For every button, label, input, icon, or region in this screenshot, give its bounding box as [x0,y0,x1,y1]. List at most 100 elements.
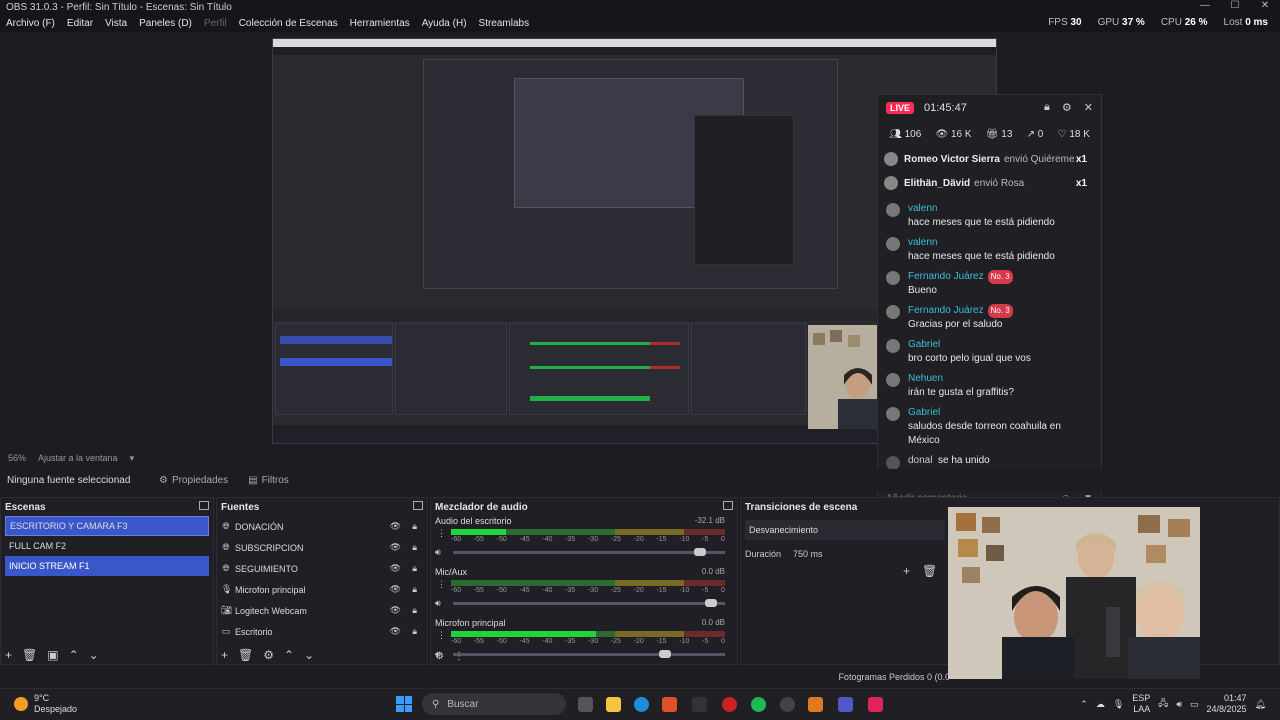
record-app-icon[interactable] [722,697,737,712]
slider-knob[interactable] [658,650,671,658]
brave-icon[interactable] [662,697,677,712]
lock-icon[interactable]: 🔒︎ [412,563,417,574]
minimize-button[interactable]: — [1190,0,1220,11]
visibility-icon[interactable]: 👁︎ [390,521,401,532]
menu-item-5[interactable]: Colección de Escenas [233,18,344,29]
scene-filters-button[interactable]: ▣ [47,648,58,662]
move-up-button[interactable]: ⌃ [284,648,294,662]
lock-icon[interactable]: 🔒︎ [412,605,417,616]
close-button[interactable]: ✕ [1250,0,1280,11]
cloud-icon[interactable]: ☁ [1096,699,1105,710]
move-down-button[interactable]: ⌄ [89,648,99,662]
chevron-down-icon[interactable]: ▾ [130,453,135,464]
source-item[interactable]: 🌐︎ DONACIÓN 👁︎ 🔒︎ [217,516,427,537]
volume-slider[interactable] [453,548,725,556]
remove-transition-button[interactable]: 🗑︎ [922,564,937,578]
volume-slider[interactable] [453,650,725,658]
edge-icon[interactable] [634,697,649,712]
slider-knob[interactable] [704,599,717,607]
visibility-icon[interactable]: 👁︎ [390,584,401,595]
menu-item-3[interactable]: Paneles (D) [133,18,198,29]
source-item[interactable]: ▭ Escritorio 👁︎ 🔒︎ [217,621,427,642]
gear-icon: ⚙ [159,474,168,486]
menu-item-2[interactable]: Vista [99,18,133,29]
task-view-icon[interactable] [578,697,593,712]
mixer-settings-button[interactable]: ⚙ [435,651,444,662]
mixer-menu-button[interactable]: ⋮ [454,651,464,662]
source-item[interactable]: 🌐︎ SEGUIMIENTO 👁︎ 🔒︎ [217,558,427,579]
channel-menu-icon[interactable]: ⋮ [437,579,446,590]
remove-scene-button[interactable]: 🗑︎ [22,648,37,662]
visibility-icon[interactable]: 👁︎ [390,626,401,637]
visibility-icon[interactable]: 👁︎ [390,542,401,553]
taskbar-search[interactable]: ⚲ Buscar [422,693,566,715]
source-item[interactable]: 🎙︎ Microfon principal 👁︎ 🔒︎ [217,579,427,600]
chat-message: Gabriel bro corto pelo igual que vos [878,335,1101,369]
teams-icon[interactable] [838,697,853,712]
add-transition-button[interactable]: + [903,564,910,578]
source-item[interactable]: 🌐︎ SUBSCRIPCION 👁︎ 🔒︎ [217,537,427,558]
language-indicator[interactable]: ESP LAA [1132,693,1150,715]
menu-item-8[interactable]: Streamlabs [473,18,536,29]
slider-knob[interactable] [693,548,706,556]
remove-source-button[interactable]: 🗑︎ [238,648,253,662]
popout-icon[interactable] [723,501,733,510]
add-scene-button[interactable]: + [5,648,12,662]
close-icon[interactable]: ✕ [1084,101,1093,114]
transition-select[interactable]: Desvanecimiento [745,520,945,540]
meter-scale: -60 -55 -50 -45 -40 -35 -30 -25 -20 -15 -10 -5 0 [451,536,725,543]
lock-icon[interactable]: 🔒︎ [412,584,417,595]
menu-item-4[interactable]: Perfil [198,18,233,29]
chevron-up-icon[interactable]: ⌃ [1080,699,1088,710]
duration-field[interactable]: 750 ms [793,549,823,559]
source-item[interactable]: 📷︎ Logitech Webcam 👁︎ 🔒︎ [217,600,427,621]
chat-message: Fernando Juárez No. 3 Gracias por el salud… [878,301,1101,335]
lock-icon[interactable]: 🔒︎ [412,521,417,532]
lock-icon[interactable]: 🔒︎ [1044,101,1050,114]
add-source-button[interactable]: + [221,648,228,662]
lock-icon[interactable]: 🔒︎ [412,626,417,637]
menu-item-7[interactable]: Ayuda (H) [416,18,473,29]
file-explorer-icon[interactable] [606,697,621,712]
visibility-icon[interactable]: 👁︎ [390,563,401,574]
move-down-button[interactable]: ⌄ [304,648,314,662]
start-button[interactable] [396,696,412,712]
properties-button[interactable]: ⚙ Propiedades [151,472,236,489]
clock[interactable]: 01:47 24/8/2025 [1207,693,1247,715]
maximize-button[interactable]: ☐ [1220,0,1250,11]
speaker-icon[interactable]: 🔊︎ [435,598,441,609]
joined-notice: donal se ha unido [878,451,1101,470]
mic-icon[interactable]: 🎙︎ [1113,699,1124,710]
visibility-icon[interactable]: 👁︎ [390,605,401,616]
settings-icon[interactable]: ⚙ [1062,101,1072,114]
channel-menu-icon[interactable]: ⋮ [437,528,446,539]
weather-widget[interactable]: 9°C Despejado [14,693,77,715]
app-icon[interactable] [808,697,823,712]
app-icon[interactable] [692,697,707,712]
lock-icon[interactable]: 🔒︎ [412,542,417,553]
tiktok-live-icon[interactable] [868,697,883,712]
zoom-mode[interactable]: Ajustar a la ventana [38,453,118,463]
filters-button[interactable]: ▤ Filtros [240,472,297,489]
move-up-button[interactable]: ⌃ [69,648,79,662]
scene-item[interactable]: ESCRITORIO Y CAMARA F3 [5,516,209,536]
notifications-icon[interactable]: 🔔︎ [1255,699,1266,710]
source-settings-button[interactable]: ⚙ [263,648,274,662]
scene-item[interactable]: FULL CAM F2 [5,536,209,556]
obs-icon[interactable] [780,697,795,712]
popout-icon[interactable] [413,501,423,510]
menu-item-1[interactable]: Editar [61,18,99,29]
camera-icon: 📷︎ [221,605,233,615]
scenes-toolbar: + 🗑︎ ▣ ⌃ ⌄ [5,648,99,662]
network-icon[interactable]: 🖧︎ [1158,696,1168,712]
battery-icon[interactable]: ▭ [1190,699,1199,710]
spotify-icon[interactable] [751,697,766,712]
volume-icon[interactable]: 🔊︎ [1176,699,1182,710]
menu-item-0[interactable]: Archivo (F) [0,18,61,29]
popout-icon[interactable] [199,501,209,510]
channel-menu-icon[interactable]: ⋮ [437,630,446,641]
speaker-icon[interactable]: 🔊︎ [435,547,441,558]
scene-item[interactable]: INICIO STREAM F1 [5,556,209,576]
volume-slider[interactable] [453,599,725,607]
menu-item-6[interactable]: Herramientas [344,18,416,29]
